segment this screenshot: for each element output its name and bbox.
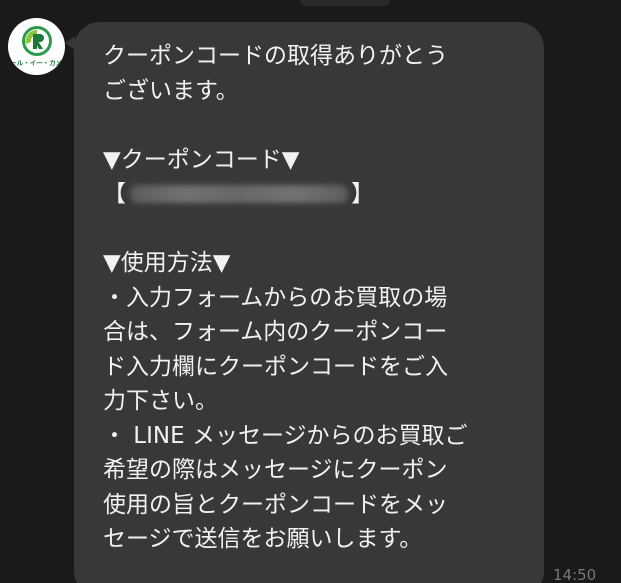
avatar-caption: アール・イー・カメラ xyxy=(8,59,65,67)
brand-logo-icon xyxy=(21,26,52,56)
message-line: セージで送信をお願いします。 xyxy=(103,526,423,552)
message-line: ・ LINE メッセージからのお買取ご xyxy=(103,422,468,449)
code-close-bracket: 】 xyxy=(351,181,374,207)
message-line: ございます。 xyxy=(103,77,239,104)
message-line: 合は、フォーム内のクーポンコー xyxy=(103,319,448,345)
message-line: ・入力フォームからのお買取の場 xyxy=(103,284,448,311)
redacted-coupon-code xyxy=(130,185,348,204)
message-line: 希望の際はメッセージにクーポン xyxy=(103,457,448,483)
chat-screen: アール・イー・カメラ クーポンコードの取得ありがとう ございます。 ▼クーポンコ… xyxy=(0,0,621,583)
usage-heading: ▼使用方法▼ xyxy=(103,250,231,276)
message-line: 使用の旨とクーポンコードをメッ xyxy=(103,491,448,518)
message-timestamp: 14:50 xyxy=(553,566,597,583)
previous-message-edge xyxy=(300,0,390,6)
coupon-heading: ▼クーポンコード▼ xyxy=(103,146,300,173)
coupon-code-row[interactable]: 【 】 xyxy=(103,177,522,212)
sender-avatar[interactable]: アール・イー・カメラ xyxy=(8,18,65,75)
message-line: クーポンコードの取得ありがとう xyxy=(103,43,448,69)
message-line: ド入力欄にクーポンコードをご入 xyxy=(103,353,448,380)
message-bubble[interactable]: クーポンコードの取得ありがとう ございます。 ▼クーポンコード▼ 【 】 ▼使用… xyxy=(65,22,544,583)
code-open-bracket: 【 xyxy=(103,181,126,207)
message-line: 力下さい。 xyxy=(103,388,218,414)
